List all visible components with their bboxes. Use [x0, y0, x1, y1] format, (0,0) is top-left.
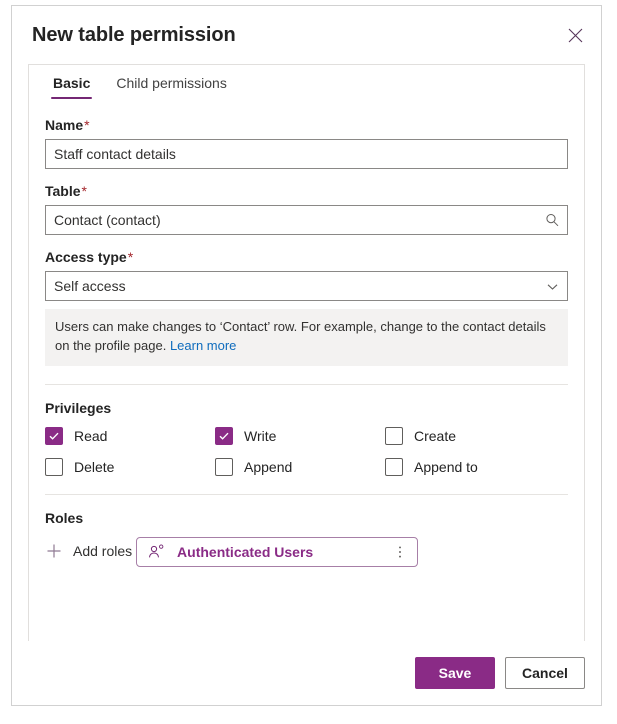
privilege-write[interactable]: Write [215, 426, 385, 445]
privilege-append-label: Append [244, 458, 293, 475]
required-marker: * [127, 249, 134, 265]
learn-more-link[interactable]: Learn more [170, 338, 236, 353]
access-type-value: Self access [54, 278, 126, 294]
role-chip-authenticated-users[interactable]: Authenticated Users [136, 536, 419, 567]
new-table-permission-dialog: New table permission Basic Child permiss… [11, 5, 602, 706]
checkbox-append-to[interactable] [385, 457, 403, 476]
save-button[interactable]: Save [415, 657, 495, 689]
privileges-title: Privileges [45, 399, 112, 416]
add-roles-label: Add roles [73, 543, 133, 560]
name-label: Name* [45, 117, 90, 133]
privilege-append-to-label: Append to [414, 458, 478, 475]
privilege-read-label: Read [74, 427, 108, 444]
roles-title: Roles [45, 509, 84, 526]
tab-basic[interactable]: Basic [49, 75, 94, 99]
content-card: Basic Child permissions Name* Table* [28, 64, 585, 641]
permission-form: Name* Table* [29, 99, 584, 571]
add-roles-button[interactable]: Add roles [45, 542, 132, 560]
name-field-group: Name* [45, 117, 568, 169]
required-marker: * [84, 117, 90, 133]
privilege-append[interactable]: Append [215, 457, 385, 476]
required-marker: * [81, 183, 87, 199]
close-button[interactable] [559, 19, 591, 51]
privileges-grid: Read Write Create Delete Append Append t… [45, 426, 568, 476]
checkbox-create[interactable] [385, 426, 403, 445]
divider-roles [45, 493, 568, 495]
access-type-select[interactable]: Self access [45, 271, 568, 301]
access-type-label: Access type* [45, 249, 134, 265]
table-input[interactable] [46, 206, 537, 234]
table-label: Table* [45, 183, 87, 199]
checkbox-append[interactable] [215, 457, 233, 476]
chevron-down-icon[interactable] [537, 272, 567, 300]
table-field-group: Table* [45, 183, 568, 235]
privilege-read[interactable]: Read [45, 426, 215, 445]
page-title: New table permission [32, 23, 236, 46]
access-type-field-group: Access type* Self access [45, 249, 568, 301]
name-input-wrap[interactable] [45, 139, 568, 169]
privilege-delete[interactable]: Delete [45, 457, 215, 476]
name-input[interactable] [46, 140, 567, 168]
divider-privileges [45, 383, 568, 385]
checkbox-write[interactable] [215, 426, 233, 445]
privilege-write-label: Write [244, 427, 277, 444]
plus-icon [45, 542, 63, 560]
access-type-info: Users can make changes to ‘Contact’ row.… [45, 309, 568, 366]
info-text: Users can make changes to ‘Contact’ row.… [55, 319, 546, 353]
cancel-button[interactable]: Cancel [505, 657, 585, 689]
checkbox-read[interactable] [45, 426, 63, 445]
privilege-create[interactable]: Create [385, 426, 568, 445]
table-input-wrap[interactable] [45, 205, 568, 235]
privilege-delete-label: Delete [74, 458, 115, 475]
tab-list: Basic Child permissions [29, 65, 584, 99]
dialog-footer: Save Cancel [12, 641, 601, 705]
dialog-header: New table permission [12, 6, 601, 64]
checkbox-delete[interactable] [45, 457, 63, 476]
privilege-append-to[interactable]: Append to [385, 457, 568, 476]
tab-child-permissions[interactable]: Child permissions [112, 75, 230, 99]
person-icon [148, 544, 165, 559]
more-vertical-icon[interactable] [389, 545, 411, 559]
close-icon [568, 28, 583, 43]
search-icon[interactable] [537, 206, 567, 234]
privilege-create-label: Create [414, 427, 457, 444]
role-chip-label: Authenticated Users [177, 543, 314, 560]
